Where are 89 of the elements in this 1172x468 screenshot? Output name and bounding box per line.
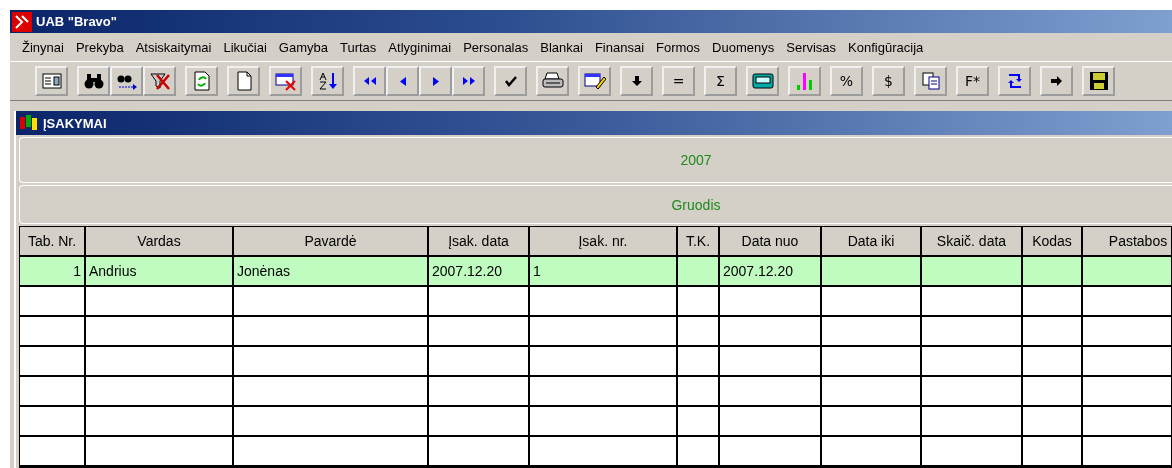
menu-item[interactable]: Personalas bbox=[457, 39, 535, 55]
previous-icon bbox=[399, 76, 406, 86]
toolbar-button[interactable] bbox=[452, 66, 485, 96]
toolbar-button[interactable] bbox=[419, 66, 452, 96]
table-cell: 2007.12.20 bbox=[720, 257, 820, 285]
menu-item[interactable]: Servisas bbox=[780, 39, 843, 55]
menu-item[interactable]: Blankai bbox=[534, 39, 589, 55]
table-cell bbox=[678, 347, 718, 375]
column-header[interactable]: Įsak. nr. bbox=[530, 227, 676, 255]
toolbar-button[interactable] bbox=[353, 66, 386, 96]
table-cell bbox=[678, 407, 718, 435]
toolbar-button[interactable] bbox=[1082, 66, 1115, 96]
toolbar-button[interactable] bbox=[494, 66, 527, 96]
filter-cross-icon bbox=[148, 71, 171, 91]
column-header[interactable]: Pastabos bbox=[1083, 227, 1171, 255]
toolbar-button[interactable] bbox=[578, 66, 611, 96]
column-header[interactable]: Data nuo bbox=[720, 227, 820, 255]
table-cell bbox=[1023, 437, 1081, 465]
table-delete-icon bbox=[274, 71, 297, 91]
column-header[interactable]: T.K. bbox=[678, 227, 718, 255]
binoculars-icon bbox=[82, 71, 105, 91]
toolbar-button[interactable] bbox=[110, 66, 143, 96]
month-label: Gruodis bbox=[671, 196, 721, 213]
table-cell bbox=[20, 317, 84, 345]
sort-icon bbox=[316, 71, 339, 91]
column-header[interactable]: Vardas bbox=[86, 227, 232, 255]
toolbar-button[interactable] bbox=[536, 66, 569, 96]
menu-item[interactable]: Žinynai bbox=[16, 39, 70, 55]
table-cell bbox=[20, 377, 84, 405]
save-icon bbox=[1087, 71, 1110, 91]
table-cell: 1 bbox=[20, 257, 84, 285]
window-icon bbox=[19, 114, 39, 132]
toolbar-button[interactable] bbox=[386, 66, 419, 96]
column-header[interactable]: Pavardė bbox=[234, 227, 427, 255]
column-header[interactable]: Tab. Nr. bbox=[20, 227, 84, 255]
toolbar-button[interactable]: % bbox=[830, 66, 863, 96]
menu-item[interactable]: Prekyba bbox=[69, 39, 130, 55]
calculator-icon bbox=[751, 71, 774, 91]
toolbar-button[interactable]: Σ bbox=[704, 66, 737, 96]
menu-item[interactable]: Atlyginimai bbox=[382, 39, 458, 55]
toolbar-button[interactable] bbox=[269, 66, 302, 96]
table-cell bbox=[678, 437, 718, 465]
toolbar-button[interactable]: = bbox=[662, 66, 695, 96]
toolbar-button[interactable]: $ bbox=[872, 66, 905, 96]
menu-item[interactable]: Formos bbox=[650, 39, 707, 55]
table-cell: 2007.12.20 bbox=[429, 257, 528, 285]
table-cell bbox=[20, 287, 84, 315]
menu-item[interactable]: Konfigūracija bbox=[842, 39, 930, 55]
toolbar-button[interactable] bbox=[620, 66, 653, 96]
year-label: 2007 bbox=[680, 152, 712, 168]
printer-icon bbox=[541, 71, 564, 91]
menu-item[interactable]: Finansai bbox=[588, 39, 651, 55]
table-cell bbox=[1023, 347, 1081, 375]
edit-table-icon bbox=[583, 71, 606, 91]
table-cell bbox=[1023, 287, 1081, 315]
table-cell bbox=[20, 437, 84, 465]
toolbar-button[interactable] bbox=[77, 66, 110, 96]
table-cell bbox=[20, 407, 84, 435]
toolbar-button[interactable] bbox=[311, 66, 344, 96]
table-cell: Andrius bbox=[86, 257, 232, 285]
table-cell bbox=[678, 377, 718, 405]
toolbar-button[interactable] bbox=[1040, 66, 1073, 96]
app-logo-icon bbox=[12, 11, 32, 32]
table-cell bbox=[1023, 407, 1081, 435]
column-header[interactable]: Skaič. data bbox=[922, 227, 1021, 255]
column-header[interactable]: Įsak. data bbox=[429, 227, 528, 255]
table-cell bbox=[20, 347, 84, 375]
menu-item[interactable]: Turtas bbox=[334, 39, 383, 55]
toolbar-button[interactable] bbox=[35, 66, 68, 96]
table-cell bbox=[1023, 377, 1081, 405]
table-cell bbox=[678, 287, 718, 315]
column-header[interactable]: Data iki bbox=[822, 227, 920, 255]
menu-item[interactable]: Likučiai bbox=[217, 39, 273, 55]
table-cell bbox=[1023, 317, 1081, 345]
table-cell: Jonėnas bbox=[234, 257, 427, 285]
toolbar-button[interactable] bbox=[998, 66, 1031, 96]
toolbar-button[interactable] bbox=[746, 66, 779, 96]
next-icon bbox=[432, 76, 439, 86]
toolbar-button[interactable]: F* bbox=[956, 66, 989, 96]
window-title: ĮSAKYMAI bbox=[43, 115, 107, 131]
column-header[interactable]: Kodas bbox=[1023, 227, 1081, 255]
menu-item[interactable]: Duomenys bbox=[706, 39, 781, 55]
menu-item[interactable]: Gamyba bbox=[272, 39, 334, 55]
window-title: UAB "Bravo" bbox=[36, 14, 117, 29]
form-icon bbox=[40, 71, 63, 91]
copy-icon bbox=[919, 71, 942, 91]
menu-item[interactable]: Atsiskaitymai bbox=[129, 39, 218, 55]
table-cell: 1 bbox=[530, 257, 676, 285]
table-cell bbox=[678, 317, 718, 345]
